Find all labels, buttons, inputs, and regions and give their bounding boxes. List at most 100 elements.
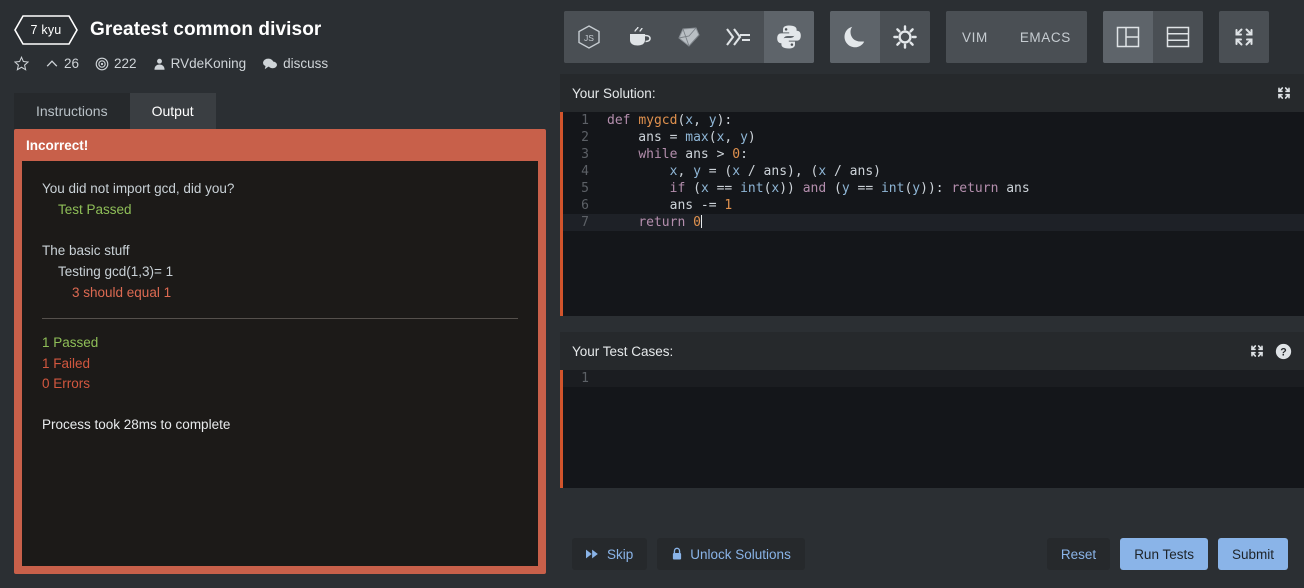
tab-instructions[interactable]: Instructions: [14, 93, 130, 129]
reset-button[interactable]: Reset: [1046, 538, 1111, 570]
text-cursor: [700, 215, 702, 228]
output-line: Testing gcd(1,3)= 1: [58, 263, 174, 279]
skip-label: Skip: [607, 546, 634, 562]
chevron-up-icon: [46, 59, 58, 67]
expand-icon[interactable]: [1249, 343, 1265, 359]
editor-toolbar: JS VIM EMACS: [560, 0, 1304, 74]
code-line[interactable]: 4 x, y = (x / ans), (x / ans): [563, 163, 1304, 180]
discuss-label: discuss: [283, 56, 329, 71]
testcases-code-editor[interactable]: 1: [560, 370, 1304, 488]
star-icon: [14, 56, 29, 71]
code-content: ans = max(x, y): [607, 130, 756, 145]
code-line[interactable]: 3 while ans > 0:: [563, 146, 1304, 163]
sun-icon: [893, 25, 917, 49]
layout-vertical-split-icon: [1116, 26, 1140, 48]
kyu-rank-badge: 7 kyu: [14, 15, 78, 45]
line-number: 6: [581, 198, 589, 213]
keybinding-vim-button[interactable]: VIM: [946, 11, 1004, 63]
run-tests-button[interactable]: Run Tests: [1120, 538, 1208, 570]
output-line: 3 should equal 1: [72, 284, 172, 300]
solution-header-label: Your Solution:: [572, 85, 656, 101]
output-status-label: Incorrect!: [26, 138, 89, 153]
author-name: RVdeKoning: [170, 56, 247, 71]
testcases-panel-header: Your Test Cases: ?: [560, 332, 1304, 370]
output-errors-count: 0 Errors: [42, 376, 91, 392]
svg-text:?: ?: [1280, 346, 1286, 358]
language-haskell-button[interactable]: [714, 11, 764, 63]
layout-horizontal-split-icon: [1166, 26, 1190, 48]
svg-text:JS: JS: [584, 33, 594, 43]
unlock-solutions-label: Unlock Solutions: [690, 546, 791, 562]
page-title: Greatest common divisor: [90, 19, 322, 40]
target-icon: [95, 57, 109, 70]
solution-code-editor[interactable]: 1 def mygcd(x, y): 2 ans = max(x, y) 3 w…: [560, 112, 1304, 316]
output-line: The basic stuff: [42, 242, 130, 258]
layout-vertical-split-button[interactable]: [1102, 11, 1153, 63]
testcases-header-label: Your Test Cases:: [572, 343, 674, 359]
moon-icon: [844, 26, 865, 48]
code-line[interactable]: 2 ans = max(x, y): [563, 129, 1304, 146]
codewars-trainer: 7 kyu Greatest common divisor 26 222 RVd…: [0, 0, 1304, 588]
python-icon: [777, 25, 801, 49]
ruby-icon: [678, 27, 700, 47]
line-number: 5: [581, 181, 589, 196]
line-number: 4: [581, 164, 589, 179]
fullscreen-icon: [1235, 28, 1253, 46]
language-python-button[interactable]: [764, 11, 814, 63]
code-line[interactable]: 1 def mygcd(x, y):: [563, 112, 1304, 129]
line-number: 1: [581, 371, 589, 386]
right-pane: JS VIM EMACS Your Solution: 1 def mygcd(…: [560, 0, 1304, 588]
upvote-stat[interactable]: 26: [45, 56, 79, 71]
output-console: You did not import gcd, did you? Test Pa…: [22, 161, 538, 566]
output-line: Test Passed: [58, 201, 132, 217]
skip-button[interactable]: Skip: [572, 538, 648, 570]
layout-horizontal-split-button[interactable]: [1152, 11, 1203, 63]
nodejs-icon: JS: [578, 25, 600, 49]
kyu-rank-label: 7 kyu: [30, 23, 62, 37]
unlock-solutions-button[interactable]: Unlock Solutions: [657, 538, 805, 570]
expand-icon[interactable]: [1276, 85, 1292, 101]
code-content: ans -= 1: [607, 198, 733, 213]
completed-stat: 222: [95, 56, 137, 71]
haskell-icon: [726, 28, 750, 46]
kata-title-row: 7 kyu Greatest common divisor: [14, 14, 560, 46]
speech-bubble-icon: [263, 58, 278, 69]
line-number: 7: [581, 215, 589, 230]
language-nodejs-button[interactable]: JS: [564, 11, 614, 63]
author-stat[interactable]: RVdeKoning: [153, 56, 247, 71]
language-ruby-button[interactable]: [664, 11, 714, 63]
output-line: You did not import gcd, did you?: [42, 181, 235, 196]
theme-selector: [830, 11, 930, 63]
line-number: 3: [581, 147, 589, 162]
language-selector: JS: [564, 11, 814, 63]
upvote-count: 26: [64, 56, 80, 71]
help-icon[interactable]: ?: [1275, 343, 1292, 360]
person-icon: [154, 58, 165, 70]
action-bar: Skip Unlock Solutions Reset Run Tests Su…: [560, 520, 1304, 588]
code-content: def mygcd(x, y):: [607, 113, 733, 128]
tab-output[interactable]: Output: [129, 93, 216, 129]
output-process-time: Process took 28ms to complete: [42, 417, 231, 433]
code-content: while ans > 0:: [638, 147, 748, 162]
keybinding-selector: VIM EMACS: [946, 11, 1087, 63]
star-stat[interactable]: [14, 56, 29, 71]
discuss-stat[interactable]: discuss: [262, 56, 328, 71]
language-java-button[interactable]: [614, 11, 664, 63]
theme-dark-button[interactable]: [830, 11, 880, 63]
output-failed-count: 1 Failed: [42, 355, 91, 371]
output-passed-count: 1 Passed: [42, 334, 99, 350]
layout-selector: [1102, 11, 1203, 63]
fullscreen-button[interactable]: [1218, 11, 1269, 63]
code-line[interactable]: 6 ans -= 1: [563, 197, 1304, 214]
output-panel: Incorrect! You did not import gcd, did y…: [14, 129, 546, 574]
submit-button[interactable]: Submit: [1217, 538, 1288, 570]
code-content: if (x == int(x)) and (y == int(y)): retu…: [669, 181, 1030, 196]
theme-light-button[interactable]: [880, 11, 930, 63]
completed-count: 222: [114, 56, 137, 71]
code-line[interactable]: 5 if (x == int(x)) and (y == int(y)): re…: [563, 180, 1304, 197]
left-pane: 7 kyu Greatest common divisor 26 222 RVd…: [0, 0, 560, 588]
code-line-active[interactable]: 7 return 0: [563, 214, 1304, 231]
java-icon: [630, 26, 651, 46]
keybinding-emacs-button[interactable]: EMACS: [1003, 11, 1087, 63]
code-line[interactable]: 1: [563, 370, 1304, 387]
